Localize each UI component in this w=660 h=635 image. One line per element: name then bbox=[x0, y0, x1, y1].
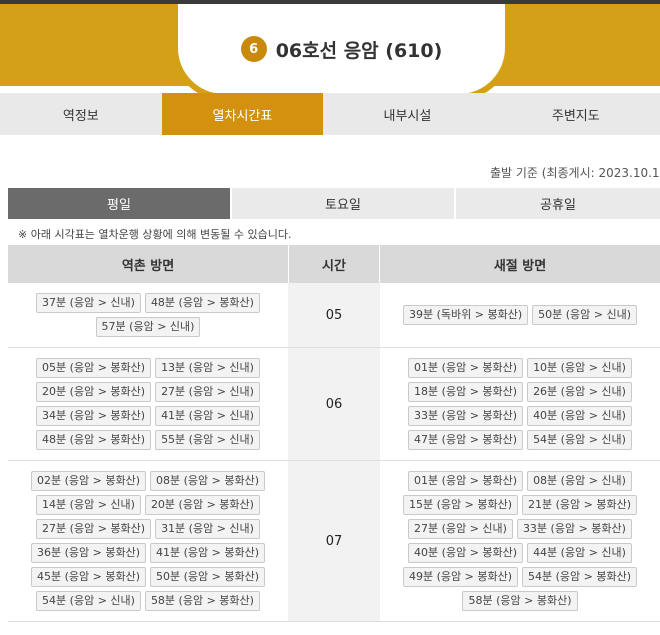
departure-chip: 58분 (응암 > 봉화산) bbox=[144, 591, 260, 611]
departure-chip: 33분 (응암 > 봉화산) bbox=[408, 406, 524, 426]
departure-chip: 31분 (응암 > 신내) bbox=[155, 519, 260, 539]
timetable-header: 역촌 방면 시간 새절 방면 bbox=[8, 245, 660, 283]
header-right-direction: 새절 방면 bbox=[493, 258, 547, 274]
departure-chip: 08분 (응암 > 봉화산) bbox=[150, 471, 266, 491]
departure-chip: 20분 (응암 > 봉화산) bbox=[36, 382, 152, 402]
hour-cell: 07 bbox=[288, 461, 380, 621]
timetable-row: 02분 (응암 > 봉화산) 08분 (응암 > 봉화산) 14분 (응암 > 신내… bbox=[8, 461, 660, 622]
nav-station-info[interactable]: 역정보 bbox=[0, 93, 162, 135]
departure-chip: 13분 (응암 > 신내) bbox=[155, 358, 260, 378]
right-departures: 01분 (응암 > 봉화산) 08분 (응암 > 신내) 15분 (응암 > 봉화산… bbox=[380, 461, 660, 621]
departure-chip: 55분 (응암 > 신내) bbox=[155, 430, 260, 450]
timetable-basis: 출발 기준 (최종게시: 2023.10.10 bbox=[490, 166, 660, 180]
departure-chip: 47분 (응암 > 봉화산) bbox=[408, 430, 524, 450]
departure-chip: 18분 (응암 > 봉화산) bbox=[408, 382, 524, 402]
departure-chip: 02분 (응암 > 봉화산) bbox=[30, 471, 146, 491]
departure-chip: 54분 (응암 > 신내) bbox=[36, 591, 141, 611]
timetable-row: 05분 (응암 > 봉화산) 13분 (응암 > 신내) 20분 (응암 > 봉화산… bbox=[8, 348, 660, 461]
hour-cell: 05 bbox=[288, 283, 380, 347]
hour-cell: 06 bbox=[288, 348, 380, 460]
left-departures: 37분 (응암 > 신내) 48분 (응암 > 봉화산) 57분 (응암 > 신내) bbox=[8, 283, 288, 347]
departure-chip: 58분 (응암 > 봉화산) bbox=[462, 591, 578, 611]
departure-chip: 40분 (응암 > 신내) bbox=[527, 406, 632, 426]
departure-chip: 27분 (응암 > 신내) bbox=[155, 382, 260, 402]
day-tabs: 평일 토요일 공휴일 bbox=[8, 188, 660, 219]
departure-chip: 54분 (응암 > 신내) bbox=[527, 430, 632, 450]
departure-chip: 33분 (응암 > 봉화산) bbox=[516, 519, 632, 539]
departure-chip: 27분 (응암 > 봉화산) bbox=[36, 519, 152, 539]
station-title: 06호선 응암 (610) bbox=[275, 39, 443, 62]
departure-chip: 40분 (응암 > 봉화산) bbox=[408, 543, 524, 563]
timetable-notice: ※ 아래 시각표는 열차운행 상황에 의해 변동될 수 있습니다. bbox=[18, 228, 292, 241]
departure-chip: 26분 (응암 > 신내) bbox=[527, 382, 632, 402]
departure-chip: 08분 (응암 > 신내) bbox=[527, 471, 632, 491]
departure-chip: 36분 (응암 > 봉화산) bbox=[30, 543, 146, 563]
tab-saturday[interactable]: 토요일 bbox=[232, 188, 454, 219]
departure-chip: 50분 (응암 > 신내) bbox=[532, 305, 638, 325]
tab-weekday[interactable]: 평일 bbox=[8, 188, 230, 219]
nav-facilities[interactable]: 내부시설 bbox=[323, 93, 491, 135]
departure-chip: 48분 (응암 > 봉화산) bbox=[144, 293, 260, 313]
departure-chip: 49분 (응암 > 봉화산) bbox=[402, 567, 518, 587]
left-departures: 05분 (응암 > 봉화산) 13분 (응암 > 신내) 20분 (응암 > 봉화산… bbox=[8, 348, 288, 460]
station-header: 6 06호선 응암 (610) bbox=[0, 0, 660, 100]
timetable: 역촌 방면 시간 새절 방면 37분 (응암 > 신내) 48분 (응암 > 봉화… bbox=[8, 245, 660, 622]
nav-timetable[interactable]: 열차시간표 bbox=[161, 93, 324, 135]
departure-chip: 21분 (응암 > 봉화산) bbox=[522, 495, 638, 515]
left-departures: 02분 (응암 > 봉화산) 08분 (응암 > 봉화산) 14분 (응암 > 신내… bbox=[8, 461, 288, 621]
departure-chip: 54분 (응암 > 봉화산) bbox=[522, 567, 638, 587]
departure-chip: 01분 (응암 > 봉화산) bbox=[408, 471, 524, 491]
header-left-direction: 역촌 방면 bbox=[121, 258, 175, 274]
line-number-badge: 6 bbox=[240, 36, 267, 62]
nav-nearby-map[interactable]: 주변지도 bbox=[492, 93, 660, 135]
departure-chip: 39분 (독바위 > 봉화산) bbox=[402, 305, 529, 325]
station-title-frame: 6 06호선 응암 (610) bbox=[172, 4, 511, 100]
departure-chip: 27분 (응암 > 신내) bbox=[408, 519, 513, 539]
departure-chip: 10분 (응암 > 신내) bbox=[527, 358, 632, 378]
departure-chip: 44분 (응암 > 신내) bbox=[527, 543, 632, 563]
departure-chip: 37분 (응암 > 신내) bbox=[36, 293, 141, 313]
departure-chip: 57분 (응암 > 신내) bbox=[95, 317, 201, 337]
departure-chip: 01분 (응암 > 봉화산) bbox=[408, 358, 524, 378]
right-departures: 01분 (응암 > 봉화산) 10분 (응암 > 신내) 18분 (응암 > 봉화산… bbox=[380, 348, 660, 460]
departure-chip: 41분 (응암 > 신내) bbox=[155, 406, 260, 426]
departure-chip: 14분 (응암 > 신내) bbox=[36, 495, 141, 515]
timetable-body: 37분 (응암 > 신내) 48분 (응암 > 봉화산) 57분 (응암 > 신내)… bbox=[8, 283, 660, 622]
station-title-box: 6 06호선 응암 (610) bbox=[178, 4, 505, 94]
departure-chip: 20분 (응암 > 봉화산) bbox=[144, 495, 260, 515]
departure-chip: 50분 (응암 > 봉화산) bbox=[150, 567, 266, 587]
departure-chip: 15분 (응암 > 봉화산) bbox=[402, 495, 518, 515]
departure-chip: 48분 (응암 > 봉화산) bbox=[36, 430, 152, 450]
departure-chip: 05분 (응암 > 봉화산) bbox=[36, 358, 152, 378]
right-departures: 39분 (독바위 > 봉화산) 50분 (응암 > 신내) bbox=[380, 283, 660, 347]
tab-holiday[interactable]: 공휴일 bbox=[456, 188, 660, 219]
departure-chip: 45분 (응암 > 봉화산) bbox=[30, 567, 146, 587]
timetable-row: 37분 (응암 > 신내) 48분 (응암 > 봉화산) 57분 (응암 > 신내)… bbox=[8, 283, 660, 348]
departure-chip: 34분 (응암 > 봉화산) bbox=[36, 406, 152, 426]
station-nav: 역정보 열차시간표 내부시설 주변지도 bbox=[0, 93, 660, 135]
departure-chip: 41분 (응암 > 봉화산) bbox=[150, 543, 266, 563]
header-hour: 시간 bbox=[288, 245, 380, 283]
